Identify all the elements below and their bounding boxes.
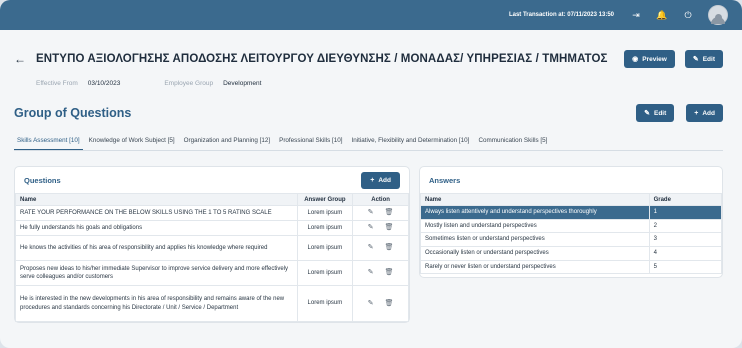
- table-header-row: Name Grade: [420, 193, 723, 206]
- group-edit-label: Edit: [653, 109, 667, 117]
- table-row[interactable]: Occasionally listen or understand perspe…: [420, 246, 723, 261]
- page-header: ← ΕΝΤΥΠΟ ΑΞΙΟΛΟΓΗΣΗΣ ΑΠΟΔΟΣΗΣ ΛΕΙΤΟΥΡΓΟΥ…: [14, 50, 723, 68]
- plus-icon: +: [370, 176, 375, 184]
- preview-button-label: Preview: [642, 55, 667, 63]
- table-row[interactable]: Sometimes listen or understand perspecti…: [420, 232, 723, 248]
- tab-professional-skills[interactable]: Professional Skills [10]: [276, 134, 345, 150]
- last-transaction-text: Last Transaction at: 07/11/2023 13:50: [508, 12, 614, 18]
- questions-title: Questions: [24, 175, 61, 185]
- answer-name: Mostly listen and understand perspective…: [420, 218, 650, 234]
- question-name: He is interested in the new developments…: [15, 285, 298, 323]
- answer-grade: 2: [648, 218, 723, 234]
- table-row[interactable]: He fully understands his goals and oblig…: [15, 220, 409, 237]
- employee-group-label: Employee Group: [164, 80, 214, 87]
- trash-icon[interactable]: 🗑: [385, 223, 394, 233]
- edit-icon[interactable]: ✎: [368, 208, 374, 218]
- table-row[interactable]: Proposes new ideas to his/her immediate …: [15, 260, 409, 287]
- answers-table: Name Grade Always listen attentively and…: [420, 193, 723, 275]
- tab-skills-assessment[interactable]: Skills Assessment [10]: [14, 134, 83, 150]
- answer-group: Lorem ipsum: [296, 204, 354, 222]
- meta-info: Effective From 03/10/2023 Employee Group…: [36, 80, 305, 87]
- table-row[interactable]: He knows the activities of his area of r…: [15, 235, 409, 262]
- edit-button-label: Edit: [702, 55, 715, 63]
- question-name: RATE YOUR PERFORMANCE ON THE BELOW SKILL…: [15, 204, 298, 222]
- answer-grade: 1: [648, 205, 723, 220]
- plus-icon: +: [694, 109, 699, 117]
- questions-table: Name Answer Group Action RATE YOUR PERFO…: [15, 193, 409, 323]
- answer-grade: 4: [648, 246, 723, 261]
- edit-icon: ✎: [644, 110, 650, 117]
- questions-panel: Questions + Add Name Answer Group Action…: [14, 166, 410, 323]
- group-add-button[interactable]: + Add: [686, 104, 723, 122]
- group-add-label: Add: [702, 109, 715, 117]
- answers-panel: Answers Name Grade Always listen attenti…: [419, 166, 723, 278]
- tab-bar: Skills Assessment [10] Knowledge of Work…: [14, 134, 723, 151]
- add-question-label: Add: [378, 176, 391, 184]
- trash-icon[interactable]: 🗑: [385, 268, 394, 278]
- avatar[interactable]: [708, 5, 728, 25]
- question-name: He fully understands his goals and oblig…: [15, 220, 298, 237]
- answer-group: Lorem ipsum: [296, 260, 354, 287]
- section-title: Group of Questions: [14, 106, 132, 120]
- table-row[interactable]: Rarely or never listen or understand per…: [420, 259, 723, 275]
- answer-name: Always listen attentively and understand…: [420, 205, 650, 220]
- back-arrow-icon[interactable]: ←: [14, 52, 26, 66]
- column-header: Action: [352, 193, 409, 206]
- edit-icon[interactable]: ✎: [368, 243, 374, 253]
- tab-initiative-flexibility[interactable]: Initiative, Flexibility and Determinatio…: [348, 134, 472, 150]
- question-name: Proposes new ideas to his/her immediate …: [15, 260, 298, 287]
- answer-name: Sometimes listen or understand perspecti…: [420, 232, 650, 248]
- edit-icon[interactable]: ✎: [368, 299, 374, 309]
- power-icon[interactable]: ⏻: [682, 10, 694, 20]
- edit-icon[interactable]: ✎: [368, 223, 374, 233]
- answers-title: Answers: [429, 175, 461, 185]
- table-row-selected[interactable]: Always listen attentively and understand…: [420, 205, 723, 220]
- sign-in-icon[interactable]: ⇥: [630, 10, 642, 20]
- column-header: Answer Group: [296, 193, 354, 206]
- effective-from-label: Effective From: [36, 80, 78, 87]
- answer-grade: 3: [648, 232, 723, 248]
- trash-icon[interactable]: 🗑: [385, 299, 394, 309]
- bell-icon[interactable]: 🔔: [656, 10, 668, 20]
- preview-button[interactable]: ◉ Preview: [624, 50, 675, 68]
- section-header: Group of Questions ✎ Edit + Add: [14, 104, 723, 122]
- answer-grade: 5: [648, 259, 723, 275]
- table-row[interactable]: RATE YOUR PERFORMANCE ON THE BELOW SKILL…: [15, 204, 409, 222]
- answer-group: Lorem ipsum: [296, 220, 354, 237]
- answer-group: Lorem ipsum: [296, 285, 354, 323]
- top-bar: Last Transaction at: 07/11/2023 13:50 ⇥ …: [0, 0, 742, 30]
- tab-communication-skills[interactable]: Communication Skills [5]: [475, 134, 550, 150]
- question-name: He knows the activities of his area of r…: [15, 235, 298, 262]
- answer-name: Occasionally listen or understand perspe…: [420, 246, 650, 261]
- table-row[interactable]: He is interested in the new developments…: [15, 285, 409, 323]
- edit-icon: ✎: [692, 56, 699, 63]
- tab-knowledge-of-work-subject[interactable]: Knowledge of Work Subject [5]: [86, 134, 178, 150]
- table-header-row: Name Answer Group Action: [15, 193, 409, 206]
- column-header: Grade: [648, 193, 723, 206]
- eye-icon: ◉: [632, 56, 639, 63]
- employee-group-value: Development: [223, 80, 262, 87]
- add-question-button[interactable]: + Add: [361, 171, 400, 189]
- page-title: ΕΝΤΥΠΟ ΑΞΙΟΛΟΓΗΣΗΣ ΑΠΟΔΟΣΗΣ ΛΕΙΤΟΥΡΓΟΥ Δ…: [36, 53, 608, 65]
- edit-icon[interactable]: ✎: [368, 268, 374, 278]
- app-frame: Last Transaction at: 07/11/2023 13:50 ⇥ …: [0, 0, 742, 348]
- trash-icon[interactable]: 🗑: [385, 243, 394, 253]
- tab-organization-and-planning[interactable]: Organization and Planning [12]: [181, 134, 273, 150]
- column-header: Name: [420, 193, 650, 206]
- trash-icon[interactable]: 🗑: [385, 208, 394, 218]
- effective-from-value: 03/10/2023: [87, 80, 121, 87]
- answer-group: Lorem ipsum: [296, 235, 354, 262]
- edit-button[interactable]: ✎ Edit: [684, 50, 723, 68]
- column-header: Name: [15, 193, 298, 206]
- group-edit-button[interactable]: ✎ Edit: [636, 104, 675, 122]
- table-row[interactable]: Mostly listen and understand perspective…: [420, 218, 723, 234]
- answer-name: Rarely or never listen or understand per…: [420, 259, 650, 275]
